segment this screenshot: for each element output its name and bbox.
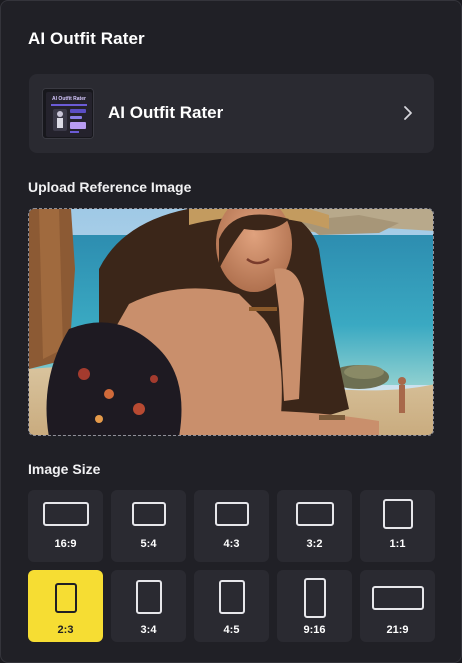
size-option-9-16[interactable]: 9:16 <box>277 570 352 642</box>
aspect-9-16-icon <box>303 578 326 618</box>
size-option-label: 2:3 <box>57 624 74 636</box>
size-option-21-9[interactable]: 21:9 <box>360 570 435 642</box>
upload-section-label: Upload Reference Image <box>28 179 192 195</box>
size-option-label: 3:4 <box>140 624 157 636</box>
aspect-3-4-icon <box>135 580 162 614</box>
thumbnail-caption: AI Outfit Rater <box>52 96 86 102</box>
tool-name: AI Outfit Rater <box>108 103 224 122</box>
aspect-21-9-icon <box>371 586 424 610</box>
reference-image-upload[interactable] <box>28 208 434 436</box>
size-option-label: 16:9 <box>54 538 77 550</box>
aspect-5-4-icon <box>131 502 166 526</box>
size-option-5-4[interactable]: 5:4 <box>111 490 186 562</box>
aspect-3-2-icon <box>295 502 334 526</box>
size-option-16-9[interactable]: 16:9 <box>28 490 103 562</box>
image-size-grid: 16:9 5:4 4:3 3:2 1:1 2:3 3:4 4:5 9:16 21… <box>28 490 435 642</box>
size-option-4-5[interactable]: 4:5 <box>194 570 269 642</box>
size-option-label: 3:2 <box>306 538 323 550</box>
size-option-label: 4:3 <box>223 538 240 550</box>
size-option-label: 9:16 <box>303 624 326 636</box>
tool-thumbnail: AI Outfit Rater <box>42 88 94 139</box>
aspect-2-3-icon <box>54 583 77 613</box>
size-option-4-3[interactable]: 4:3 <box>194 490 269 562</box>
reference-image <box>29 209 433 435</box>
size-option-3-4[interactable]: 3:4 <box>111 570 186 642</box>
tool-thumbnail-art: AI Outfit Rater <box>43 89 93 138</box>
chevron-right-icon <box>404 106 412 120</box>
size-option-label: 21:9 <box>386 624 409 636</box>
aspect-4-5-icon <box>218 580 245 614</box>
size-option-1-1[interactable]: 1:1 <box>360 490 435 562</box>
aspect-1-1-icon <box>382 499 413 529</box>
size-option-2-3[interactable]: 2:3 <box>28 570 103 642</box>
size-option-label: 1:1 <box>389 538 406 550</box>
aspect-4-3-icon <box>214 502 249 526</box>
tool-selector-card[interactable]: AI Outfit Rater AI Outfit Rater <box>29 74 434 153</box>
panel-title: AI Outfit Rater <box>28 29 145 48</box>
aspect-16-9-icon <box>42 502 89 526</box>
size-option-3-2[interactable]: 3:2 <box>277 490 352 562</box>
outfit-rater-panel: AI Outfit Rater AI Outfit Rater AI Outfi… <box>0 0 462 663</box>
size-option-label: 5:4 <box>140 538 157 550</box>
size-option-label: 4:5 <box>223 624 240 636</box>
image-size-section-label: Image Size <box>28 461 101 477</box>
